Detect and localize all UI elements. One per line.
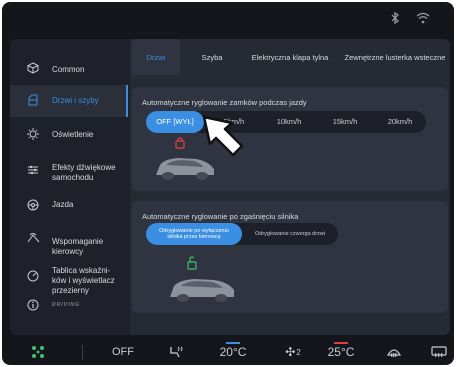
bluetooth-icon	[390, 11, 400, 27]
steering-icon	[26, 198, 40, 212]
sidebar-item-doors-windows[interactable]: Drzwi i szyby	[10, 85, 128, 117]
sidebar-item-driving-mode[interactable]: DRIVING	[10, 297, 128, 313]
lock-alert-icon	[175, 140, 185, 149]
option-20kmh[interactable]: 20km/h	[374, 111, 426, 133]
tab-power-tailgate[interactable]: Elektryczna klapa tylna	[240, 39, 340, 75]
sidebar-item-label: Jazda	[52, 200, 74, 209]
tab-windows[interactable]: Szyba	[194, 39, 230, 75]
settings-sidebar: Common Drzwi i szyby Oświetlenie Efekty …	[10, 39, 128, 335]
sidebar-item-label: Oświetlenie	[52, 130, 94, 139]
climate-off-button[interactable]: OFF	[108, 343, 138, 361]
tab-doors[interactable]: Drzwi	[132, 39, 180, 75]
home-grid-icon[interactable]	[28, 343, 48, 361]
temp-left-indicator	[226, 342, 240, 344]
option-15kmh[interactable]: 15km/h	[318, 111, 372, 133]
sidebar-item-label: Efekty dźwiękowe samochodu	[52, 163, 116, 182]
driving-mode-logo: DRIVING	[52, 302, 80, 308]
sidebar-item-label: Drzwi i szyby	[52, 96, 99, 105]
assist-icon	[26, 231, 40, 245]
fan-level: 2	[296, 347, 301, 357]
fan-icon: ✣	[285, 345, 296, 359]
lock-open-icon	[187, 261, 197, 270]
doors-windows-content: Drzwi Szyba Elektryczna klapa tylna Zewn…	[130, 39, 450, 335]
infotainment-screen: Common Drzwi i szyby Oświetlenie Efekty …	[2, 2, 454, 365]
cube-icon	[26, 61, 40, 75]
sidebar-item-driver-assist[interactable]: Wspomaganie kierowcy	[10, 227, 128, 257]
auto-lock-driving-title: Automatyczne ryglowanie zamków podczas j…	[142, 98, 307, 107]
car-unlocked-illustration	[162, 253, 242, 307]
climate-bar: OFF 20°C ✣ 2 25°C	[2, 338, 454, 365]
seat-heat-icon[interactable]	[164, 343, 188, 361]
option-unlock-all-doors[interactable]: Odryglowanie czworga drzwi	[242, 223, 338, 245]
door-icon	[26, 93, 40, 107]
auto-lock-speed-selector: OFF [WYŁ] 5km/h 10km/h 15km/h 20km/h	[146, 111, 426, 133]
info-icon	[26, 298, 40, 312]
light-icon	[26, 127, 40, 141]
unlock-mode-selector: Odryglowanie po wyłączeniu silnika przez…	[146, 223, 338, 245]
wifi-icon	[416, 12, 430, 27]
fan-speed[interactable]: ✣ 2	[278, 343, 308, 361]
sidebar-item-label: Common	[52, 65, 85, 74]
option-driver-unlock[interactable]: Odryglowanie po wyłączeniu silnika przez…	[146, 223, 242, 245]
temp-left[interactable]: 20°C	[216, 343, 250, 361]
divider	[82, 345, 83, 360]
auto-lock-engine-off-card: Automatyczne ryglowanie po zgaśnięciu si…	[132, 201, 448, 313]
sidebar-item-driving[interactable]: Jazda	[10, 195, 128, 217]
auto-lock-engine-off-title: Automatyczne ryglowanie po zgaśnięciu si…	[142, 212, 299, 221]
auto-lock-driving-card: Automatyczne ryglowanie zamków podczas j…	[132, 87, 448, 191]
rear-defrost-icon[interactable]	[428, 343, 450, 361]
sidebar-item-sound-effects[interactable]: Efekty dźwiękowe samochodu	[10, 157, 128, 187]
sidebar-item-label: Tablica wskaźni-ków i wyświetlacz przezi…	[52, 266, 115, 295]
temp-right-indicator	[334, 342, 348, 344]
sidebar-item-label: Wspomaganie kierowcy	[52, 237, 104, 256]
option-off[interactable]: OFF [WYŁ]	[146, 111, 204, 133]
option-10kmh[interactable]: 10km/h	[262, 111, 316, 133]
pointer-arrow-icon	[200, 113, 260, 159]
sidebar-item-common[interactable]: Common	[10, 57, 128, 81]
front-defrost-icon[interactable]	[382, 343, 406, 361]
tab-exterior-mirrors[interactable]: Zewnętrzne lusterka wsteczne	[340, 39, 450, 75]
status-bar	[2, 2, 454, 36]
settings-panel: Common Drzwi i szyby Oświetlenie Efekty …	[10, 39, 450, 335]
sound-icon	[26, 163, 40, 177]
sidebar-item-lighting[interactable]: Oświetlenie	[10, 125, 128, 149]
gauge-icon	[26, 269, 40, 283]
tab-bar: Drzwi Szyba Elektryczna klapa tylna Zewn…	[130, 39, 450, 75]
temp-right[interactable]: 25°C	[324, 343, 358, 361]
